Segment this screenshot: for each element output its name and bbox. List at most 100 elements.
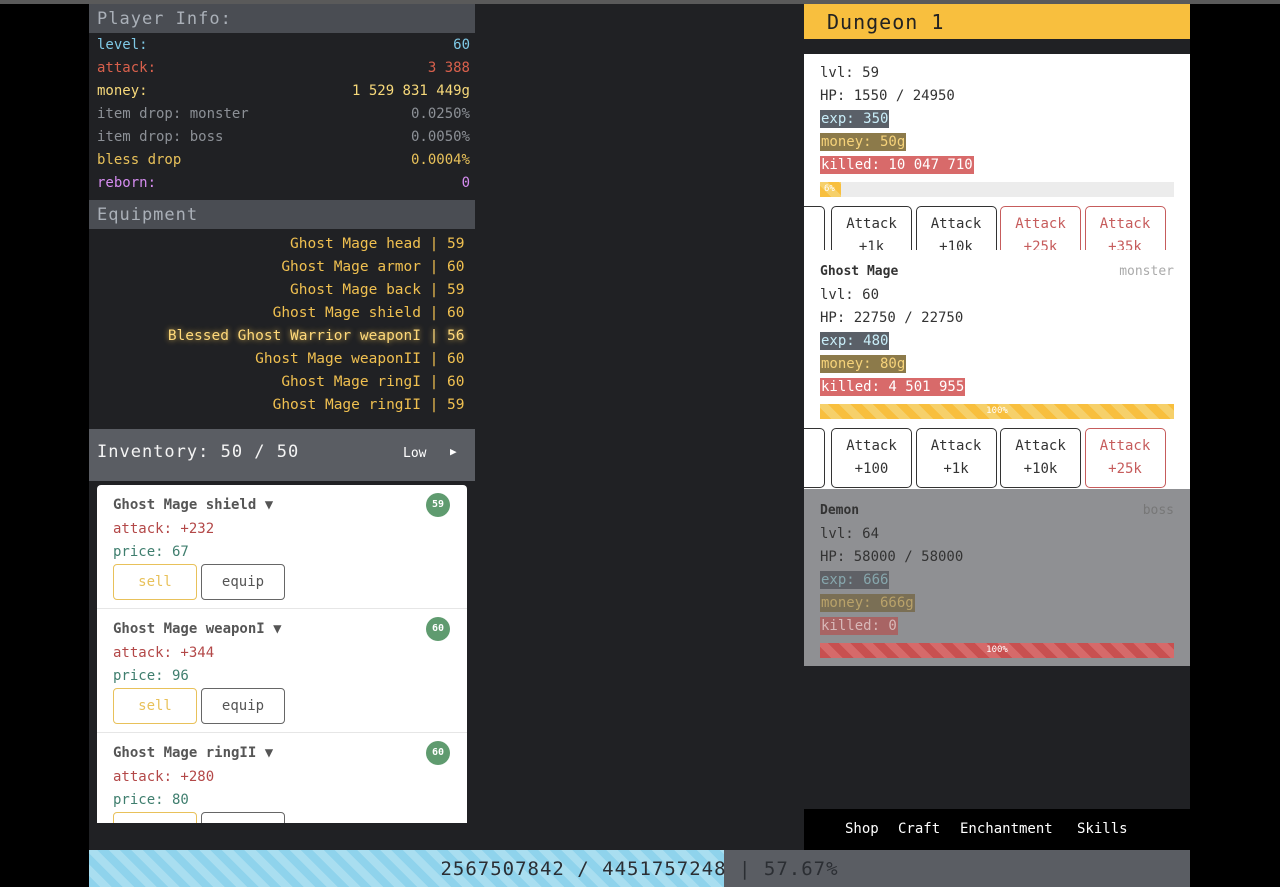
attack-button[interactable]: Attack +10k <box>1000 428 1081 488</box>
equipment-separator: | <box>429 374 439 390</box>
stat-value: 3 388 <box>427 60 470 76</box>
player-info-header: Player Info: <box>89 4 475 33</box>
sort-arrow-icon[interactable]: ▶ <box>450 445 457 458</box>
stat-value: 60 <box>453 37 470 53</box>
attack-button-partial[interactable] <box>804 428 825 488</box>
monster-card: Ghost Mage monster lvl: 60 HP: 22750 / 2275… <box>804 250 1190 489</box>
monster-progress-bar: 100% <box>820 404 1174 419</box>
sell-button[interactable]: sell <box>113 564 197 600</box>
inventory-item-name[interactable]: Ghost Mage shield ▼ <box>113 497 273 513</box>
inventory-item: Ghost Mage ringII ▼ 60 attack: +280 price: … <box>97 733 467 823</box>
equipment-item-level: 56 <box>447 328 465 344</box>
stat-label: reborn: <box>97 175 157 191</box>
attack-button-amount: +10k <box>1023 461 1058 477</box>
attack-button-label: Attack <box>846 216 897 232</box>
equipment-separator: | <box>429 259 439 275</box>
attack-button[interactable]: Attack +100 <box>831 428 912 488</box>
equipment-item[interactable]: Ghost Mage armor | 60 <box>89 256 475 279</box>
attack-button-amount: +1k <box>943 461 969 477</box>
monster-hp: HP: 22750 / 22750 <box>820 310 964 326</box>
equip-button[interactable]: equip <box>201 812 285 823</box>
item-attack: attack: +344 <box>113 645 215 661</box>
player-stats: level: 60 attack: 3 388 money: 1 529 831 449g… <box>89 33 475 200</box>
stat-label: item drop: monster <box>97 106 249 122</box>
sell-button[interactable]: sell <box>113 688 197 724</box>
monster-list[interactable]: lvl: 59 HP: 1550 / 24950 exp: 350 money: 50… <box>804 54 1190 666</box>
equipment-item[interactable]: Ghost Mage back | 59 <box>89 279 475 302</box>
attack-button-label: Attack <box>1099 216 1151 232</box>
progress-label: 6% <box>824 184 835 194</box>
equipment-item[interactable]: Blessed Ghost Warrior weaponI | 56 <box>89 325 475 348</box>
equipment-item[interactable]: Ghost Mage shield | 60 <box>89 302 475 325</box>
attack-button[interactable]: Attack +1k <box>915 428 997 488</box>
equipment-item-level: 59 <box>447 236 465 252</box>
stat-label: money: <box>97 83 148 99</box>
inventory-item: Ghost Mage shield ▼ 59 attack: +232 price: … <box>97 485 467 609</box>
monster-exp: exp: 480 <box>820 332 890 350</box>
equipment-item[interactable]: Ghost Mage weaponII | 60 <box>89 348 475 371</box>
item-level-badge: 60 <box>426 741 450 765</box>
stat-row: level: 60 <box>89 34 475 57</box>
equipment-header: Equipment <box>89 200 475 229</box>
stat-label: attack: <box>97 60 157 76</box>
equip-button[interactable]: equip <box>201 688 285 724</box>
stat-value: 0 <box>461 175 470 191</box>
equipment-item-name: Ghost Mage back <box>290 282 421 298</box>
attack-button[interactable]: Attack +25k <box>1084 428 1166 488</box>
monster-hp: HP: 58000 / 58000 <box>820 549 964 565</box>
equipment-separator: | <box>429 351 439 367</box>
monster-type: monster <box>1119 264 1174 279</box>
stat-value: 0.0004% <box>410 152 470 168</box>
monster-money: money: 80g <box>820 355 907 373</box>
monster-exp: exp: 350 <box>820 110 890 128</box>
equipment-item[interactable]: Ghost Mage head | 59 <box>89 233 475 256</box>
monster-killed: killed: 0 <box>820 617 898 635</box>
sell-button[interactable]: sell <box>113 812 197 823</box>
progress-label: 100% <box>986 406 1008 416</box>
monster-hp: HP: 1550 / 24950 <box>820 88 955 104</box>
equipment-separator: | <box>429 305 439 321</box>
monster-level: lvl: 59 <box>820 65 880 81</box>
attack-button-label: Attack <box>846 438 897 454</box>
monster-money: money: 50g <box>820 133 907 151</box>
equipment-item-name: Blessed Ghost Warrior weaponI <box>167 328 421 344</box>
item-level-badge: 59 <box>426 493 450 517</box>
progress-label: 100% <box>986 645 1008 655</box>
inventory-list[interactable]: Ghost Mage shield ▼ 59 attack: +232 price: … <box>97 485 467 823</box>
attack-button-label: Attack <box>1015 216 1066 232</box>
nav-skills[interactable]: Skills <box>1077 821 1128 837</box>
monster-exp: exp: 666 <box>820 571 890 589</box>
equipment-item-name: Ghost Mage shield <box>272 305 421 321</box>
monster-progress-bar: 100% <box>820 643 1174 658</box>
nav-craft[interactable]: Craft <box>898 821 940 837</box>
stat-row: money: 1 529 831 449g <box>89 80 475 103</box>
item-price: price: 96 <box>113 668 189 684</box>
monster-card: Demon boss lvl: 64 HP: 58000 / 58000 exp: 66… <box>804 489 1190 666</box>
equipment-item-name: Ghost Mage ringI <box>281 374 421 390</box>
nav-enchantment[interactable]: Enchantment <box>960 821 1053 837</box>
equipment-item-name: Ghost Mage ringII <box>272 397 421 413</box>
equipment-item-level: 60 <box>447 259 465 275</box>
inventory-item-name[interactable]: Ghost Mage weaponI ▼ <box>113 621 282 637</box>
attack-buttons: Attack +100 Attack +1k Attack +10k Attack +25k <box>804 428 1190 490</box>
attack-button-label: Attack <box>930 216 982 232</box>
equip-button[interactable]: equip <box>201 564 285 600</box>
inventory-sort-button[interactable]: Low <box>403 446 426 461</box>
stat-row: item drop: monster 0.0250% <box>89 103 475 126</box>
inventory-item: Ghost Mage weaponI ▼ 60 attack: +344 price:… <box>97 609 467 733</box>
stat-value: 0.0050% <box>410 129 470 145</box>
equipment-item-name: Ghost Mage head <box>290 236 421 252</box>
inventory-title: Inventory: 50 / 50 <box>97 442 300 462</box>
equipment-item[interactable]: Ghost Mage ringI | 60 <box>89 371 475 394</box>
item-price: price: 80 <box>113 792 189 808</box>
inventory-item-name[interactable]: Ghost Mage ringII ▼ <box>113 745 273 761</box>
equipment-item[interactable]: Ghost Mage ringII | 59 <box>89 394 475 417</box>
equipment-item-level: 60 <box>447 351 465 367</box>
nav-shop[interactable]: Shop <box>845 821 879 837</box>
monster-card: lvl: 59 HP: 1550 / 24950 exp: 350 money: 50… <box>804 54 1190 266</box>
equipment-item-name: Ghost Mage armor <box>281 259 421 275</box>
equipment-separator: | <box>429 282 439 298</box>
equipment-item-level: 60 <box>447 305 465 321</box>
inventory-header: Inventory: 50 / 50 Low ▶ <box>89 429 475 481</box>
experience-text: 2567507842 / 4451757248 | 57.67% <box>440 858 839 880</box>
